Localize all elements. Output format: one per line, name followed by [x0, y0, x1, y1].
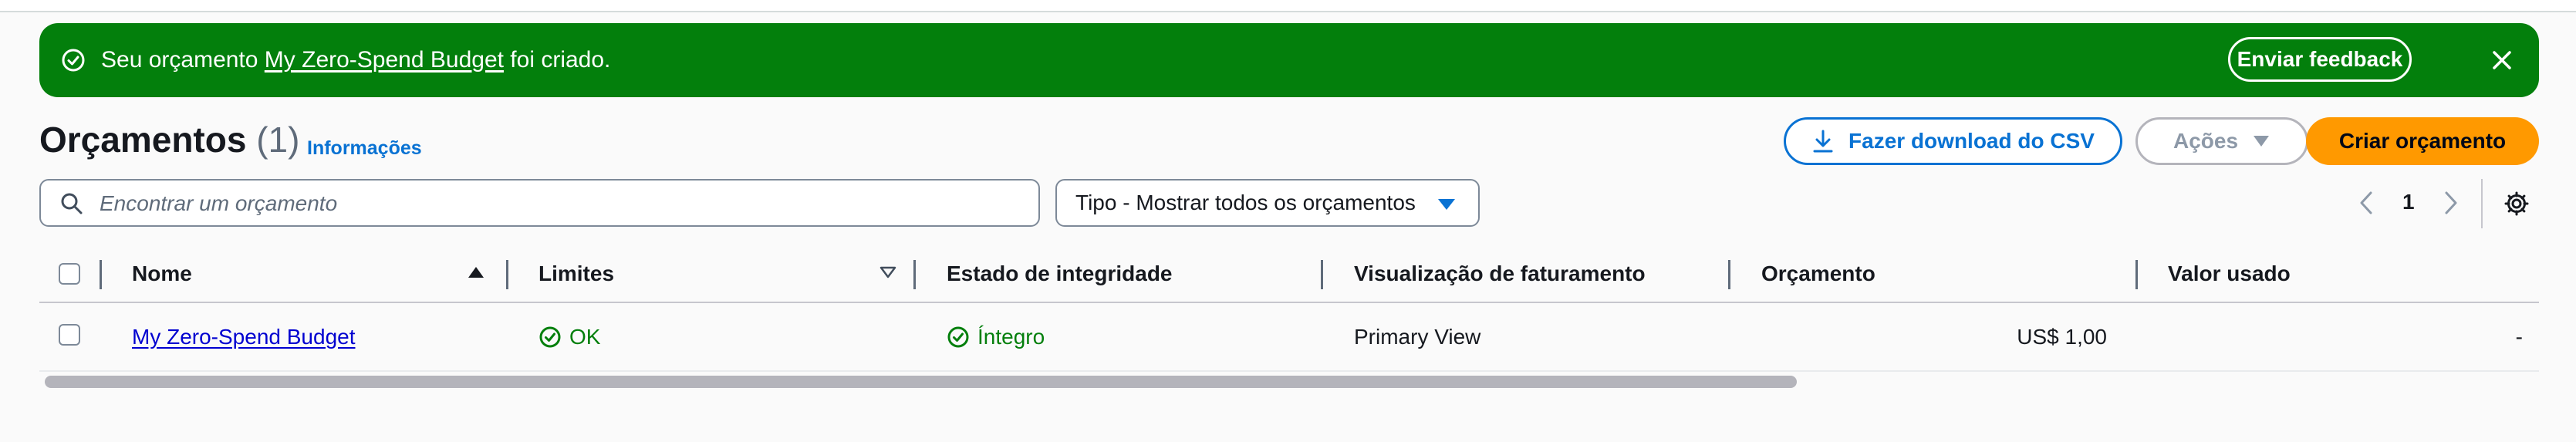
check-circle-icon: [62, 49, 85, 72]
caret-down-icon: [2254, 136, 2270, 147]
budget-count: (1): [256, 120, 300, 160]
info-link[interactable]: Informações: [307, 137, 422, 160]
table-header: Nome Limites Estado de integridade Visua…: [39, 245, 2539, 302]
budget-name-link[interactable]: My Zero-Spend Budget: [132, 325, 356, 349]
sort-descending-icon[interactable]: [879, 266, 896, 278]
search-input[interactable]: [98, 185, 1027, 222]
search-icon: [61, 193, 83, 214]
column-header-budget[interactable]: Orçamento: [1761, 245, 1875, 302]
row-checkbox[interactable]: [59, 324, 80, 346]
pagination-divider: [2481, 179, 2483, 228]
column-header-billing-view[interactable]: Visualização de faturamento: [1354, 245, 1646, 302]
download-csv-button[interactable]: Fazer download do CSV: [1784, 117, 2122, 165]
column-header-health[interactable]: Estado de integridade: [947, 245, 1173, 302]
create-budget-button[interactable]: Criar orçamento: [2306, 117, 2539, 165]
page-title: Orçamentos (1): [39, 119, 299, 160]
chevron-left-icon[interactable]: [2357, 190, 2375, 216]
column-divider[interactable]: [506, 260, 508, 289]
current-page-number[interactable]: 1: [2402, 190, 2415, 214]
scrollbar-thumb[interactable]: [45, 376, 1797, 388]
row-used-cell: -: [2515, 325, 2523, 349]
actions-label: Ações: [2173, 129, 2239, 153]
row-budget-cell: US$ 1,00: [2017, 325, 2107, 349]
download-csv-label: Fazer download do CSV: [1848, 129, 2095, 153]
column-divider[interactable]: [1321, 260, 1323, 289]
row-divider: [39, 370, 2539, 372]
column-divider[interactable]: [1728, 260, 1730, 289]
download-icon: [1813, 130, 1833, 153]
flash-message-before: Seu orçamento: [101, 47, 265, 73]
type-filter-select[interactable]: Tipo - Mostrar todos os orçamentos: [1055, 179, 1480, 227]
flash-budget-link[interactable]: My Zero-Spend Budget: [265, 47, 504, 73]
row-health-cell: Íntegro: [947, 303, 1045, 371]
limits-status-text: OK: [569, 325, 601, 349]
caret-down-icon: [1438, 199, 1455, 210]
success-flash-banner: Seu orçamento My Zero-Spend Budget foi c…: [39, 23, 2539, 97]
flash-message: Seu orçamento My Zero-Spend Budget foi c…: [101, 23, 610, 97]
close-icon[interactable]: [2488, 46, 2516, 74]
select-all-checkbox[interactable]: [59, 263, 80, 285]
sort-ascending-icon[interactable]: [468, 266, 484, 278]
row-billing-view-cell: Primary View: [1354, 325, 1481, 349]
chevron-right-icon[interactable]: [2442, 190, 2460, 216]
check-circle-icon: [947, 326, 969, 348]
check-circle-icon: [539, 326, 561, 348]
type-filter-value: Tipo - Mostrar todos os orçamentos: [1075, 191, 1416, 214]
search-field[interactable]: [39, 179, 1040, 227]
page-title-text: Orçamentos: [39, 120, 247, 160]
health-status-text: Íntegro: [977, 325, 1045, 349]
gear-icon[interactable]: [2503, 191, 2530, 217]
table-row: My Zero-Spend Budget OK Íntegro Primary …: [39, 303, 2539, 371]
column-header-used[interactable]: Valor usado: [2168, 245, 2291, 302]
actions-dropdown-button[interactable]: Ações: [2135, 117, 2308, 165]
column-divider[interactable]: [2135, 260, 2138, 289]
column-header-limits[interactable]: Limites: [538, 245, 614, 302]
column-header-name[interactable]: Nome: [132, 245, 192, 302]
send-feedback-button[interactable]: Enviar feedback: [2228, 37, 2412, 82]
flash-message-after: foi criado.: [503, 47, 611, 73]
column-divider[interactable]: [100, 260, 102, 289]
row-name-cell: My Zero-Spend Budget: [132, 303, 356, 371]
row-limits-cell: OK: [538, 303, 600, 371]
horizontal-scrollbar[interactable]: [39, 373, 2539, 390]
column-divider[interactable]: [913, 260, 916, 289]
